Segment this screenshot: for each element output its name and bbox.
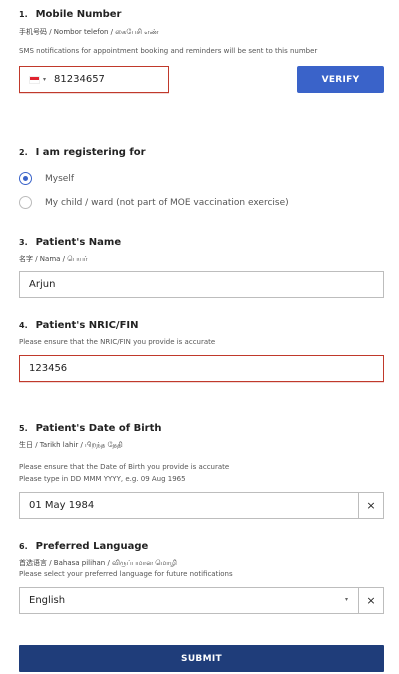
patient-nric-value: 123456 xyxy=(29,363,68,374)
question-title: Preferred Language xyxy=(35,541,149,552)
patient-name-input[interactable]: Arjun xyxy=(19,271,384,298)
mobile-note: SMS notifications for appointment bookin… xyxy=(19,47,318,55)
dob-note-accuracy: Please ensure that the Date of Birth you… xyxy=(19,463,230,471)
patient-name-heading: 3. Patient's Name xyxy=(19,237,121,248)
patient-nric-input[interactable]: 123456 xyxy=(19,355,384,382)
singapore-flag-icon[interactable] xyxy=(29,75,40,84)
preferred-language-select[interactable]: English xyxy=(19,587,359,614)
preferred-language-heading: 6. Preferred Language xyxy=(19,541,148,552)
patient-dob-input[interactable]: 01 May 1984 xyxy=(19,492,359,519)
radio-button[interactable] xyxy=(19,196,32,209)
radio-button-selected[interactable] xyxy=(19,172,32,185)
language-field-group: English × ▾ xyxy=(19,587,384,614)
radio-label: Myself xyxy=(45,173,74,184)
mobile-number-heading: 1. Mobile Number xyxy=(19,9,122,20)
question-title: I am registering for xyxy=(35,147,146,158)
mobile-translations: 手机号码 / Nombor telefon / கைபேசி எண் xyxy=(19,28,159,36)
mobile-number-field[interactable]: ▾ 81234657 xyxy=(19,66,169,93)
chevron-down-icon[interactable]: ▾ xyxy=(345,596,348,603)
patient-name-value: Arjun xyxy=(29,279,56,290)
preferred-language-value: English xyxy=(29,595,66,606)
radio-label: My child / ward (not part of MOE vaccina… xyxy=(45,197,289,208)
question-number: 1. xyxy=(19,10,28,19)
dob-translations: 生日 / Tarikh lahir / பிறந்த தேதி xyxy=(19,441,123,449)
question-title: Patient's Date of Birth xyxy=(35,423,162,434)
submit-button[interactable]: SUBMIT xyxy=(19,645,384,672)
mobile-number-value: 81234657 xyxy=(54,74,105,85)
patient-dob-value: 01 May 1984 xyxy=(29,500,95,511)
question-number: 4. xyxy=(19,321,28,330)
patient-dob-heading: 5. Patient's Date of Birth xyxy=(19,423,161,434)
dob-field-group: 01 May 1984 × xyxy=(19,492,384,519)
question-number: 3. xyxy=(19,238,28,247)
question-number: 5. xyxy=(19,424,28,433)
language-note: Please select your preferred language fo… xyxy=(19,570,233,578)
patient-nric-heading: 4. Patient's NRIC/FIN xyxy=(19,320,139,331)
country-dropdown-caret-icon[interactable]: ▾ xyxy=(43,76,46,83)
name-translations: 名字 / Nama / பெயர் xyxy=(19,255,88,263)
close-icon: × xyxy=(366,594,376,607)
question-title: Mobile Number xyxy=(35,9,122,20)
nric-note: Please ensure that the NRIC/FIN you prov… xyxy=(19,338,216,346)
close-icon: × xyxy=(366,499,376,512)
dob-clear-button[interactable]: × xyxy=(359,492,384,519)
verify-button[interactable]: VERIFY xyxy=(297,66,384,93)
registering-for-heading: 2. I am registering for xyxy=(19,147,146,158)
question-title: Patient's NRIC/FIN xyxy=(35,320,139,331)
question-title: Patient's Name xyxy=(35,237,122,248)
dob-note-format: Please type in DD MMM YYYY, e.g. 09 Aug … xyxy=(19,475,186,483)
language-translations: 首选语言 / Bahasa pilihan / விருப்பமான மொழி xyxy=(19,559,177,567)
language-clear-button[interactable]: × xyxy=(359,587,384,614)
radio-option-child-ward[interactable]: My child / ward (not part of MOE vaccina… xyxy=(19,196,289,209)
radio-option-myself[interactable]: Myself xyxy=(19,172,74,185)
question-number: 6. xyxy=(19,542,28,551)
question-number: 2. xyxy=(19,148,28,157)
